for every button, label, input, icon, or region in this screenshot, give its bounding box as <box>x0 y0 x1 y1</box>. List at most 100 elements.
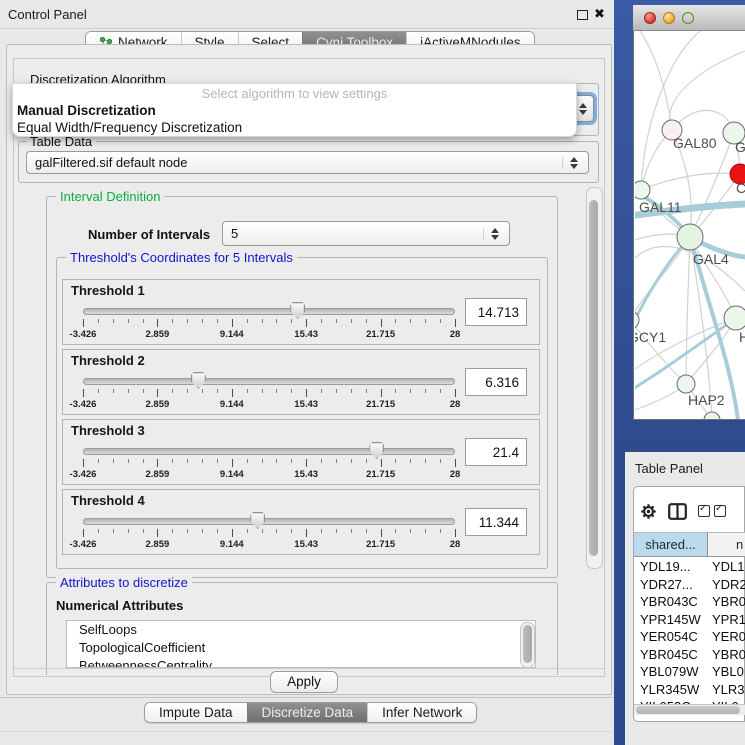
gear-icon[interactable] <box>640 503 657 520</box>
minor-tick <box>187 389 188 393</box>
slider-track[interactable] <box>83 518 455 525</box>
slider-thumb[interactable] <box>191 372 206 389</box>
threshold-value-field[interactable]: 21.4 <box>465 438 527 466</box>
zoom-button[interactable] <box>682 12 694 24</box>
table-data-stepper[interactable] <box>562 157 580 169</box>
major-tick <box>306 319 307 327</box>
minor-tick <box>336 319 337 323</box>
tab-impute-data[interactable]: Impute Data <box>145 703 247 722</box>
attributes-scrollbar-thumb[interactable] <box>523 625 532 663</box>
threshold-slider-4[interactable]: -3.4262.8599.14415.4321.71528 <box>83 512 455 554</box>
close-panel-icon[interactable]: ✖ <box>594 6 605 22</box>
network-window-titlebar[interactable] <box>633 5 745 31</box>
apply-divider <box>14 668 604 669</box>
network-node-gal4[interactable] <box>677 224 703 250</box>
network-canvas[interactable]: GAL80GACGAL11GAL4GCY1HHAP2 <box>635 31 745 419</box>
slider-thumb[interactable] <box>290 302 305 319</box>
attribute-item-betweennesscentrality[interactable]: BetweennessCentrality <box>67 657 535 668</box>
minor-tick <box>187 319 188 323</box>
network-node-gal11[interactable] <box>635 181 650 199</box>
column-header-shared-[interactable]: shared... <box>634 533 708 556</box>
minor-tick <box>262 529 263 533</box>
threshold-label: Threshold 4 <box>71 493 145 508</box>
slider-track[interactable] <box>83 308 455 315</box>
close-button[interactable] <box>644 12 656 24</box>
network-edge <box>641 173 740 190</box>
minor-tick <box>276 389 277 393</box>
major-tick <box>83 319 84 327</box>
node-label-h: H <box>739 329 745 345</box>
major-tick <box>232 389 233 397</box>
number-of-intervals-stepper[interactable] <box>483 228 501 240</box>
slider-thumb[interactable] <box>250 512 265 529</box>
tab-label: Impute Data <box>159 705 233 720</box>
table-row[interactable]: YDL19...YDL1 <box>634 558 745 576</box>
tick-label: -3.426 <box>70 469 97 480</box>
minor-tick <box>291 319 292 323</box>
number-of-intervals-combobox[interactable]: 5 <box>222 221 510 246</box>
threshold-value-field[interactable]: 11.344 <box>465 508 527 536</box>
table-hscroll-thumb[interactable] <box>636 706 740 714</box>
minor-tick <box>262 319 263 323</box>
apply-button[interactable]: Apply <box>270 671 338 693</box>
threshold-slider-2[interactable]: -3.4262.8599.14415.4321.71528 <box>83 372 455 414</box>
minor-tick <box>128 529 129 533</box>
tick-label: 21.715 <box>366 539 395 550</box>
minor-tick <box>247 389 248 393</box>
select-all-checkbox-icon[interactable] <box>698 505 710 517</box>
threshold-label: Threshold 1 <box>71 283 145 298</box>
table-row[interactable]: YBL079WYBL0 <box>634 663 745 681</box>
major-tick <box>455 459 456 467</box>
algorithm-option-manual-discretization[interactable]: Manual Discretization <box>13 102 576 119</box>
table-row[interactable]: YDR27...YDR2 <box>634 576 745 594</box>
table-row[interactable]: YPR145WYPR1 <box>634 611 745 629</box>
major-tick <box>381 389 382 397</box>
minor-tick <box>187 529 188 533</box>
column-header-n[interactable]: n <box>708 533 745 556</box>
minor-tick <box>410 319 411 323</box>
table-row[interactable]: YLR345WYLR3 <box>634 681 745 699</box>
float-window-icon[interactable] <box>577 10 588 20</box>
slider-track[interactable] <box>83 378 455 385</box>
slider-track[interactable] <box>83 448 455 455</box>
tick-label: 28 <box>450 469 461 480</box>
attribute-item-selfloops[interactable]: SelfLoops <box>67 621 535 639</box>
table-row[interactable]: YBR043CYBR0 <box>634 593 745 611</box>
major-tick <box>157 459 158 467</box>
minor-tick <box>217 389 218 393</box>
split-columns-icon[interactable] <box>668 503 687 520</box>
minimize-button[interactable] <box>663 12 675 24</box>
minor-tick <box>425 319 426 323</box>
stepper-down-icon <box>579 110 587 115</box>
threshold-slider-3[interactable]: -3.4262.8599.14415.4321.71528 <box>83 442 455 484</box>
settings-scrollbar-thumb[interactable] <box>589 200 598 556</box>
minor-tick <box>395 319 396 323</box>
network-edge <box>670 51 745 130</box>
table-horizontal-scrollbar[interactable] <box>634 704 745 715</box>
threshold-value-field[interactable]: 6.316 <box>465 368 527 396</box>
select-none-checkbox-icon[interactable] <box>714 505 726 517</box>
table-row[interactable]: YBR045CYBR0 <box>634 646 745 664</box>
tab-discretize-data[interactable]: Discretize Data <box>247 703 368 722</box>
table-header: shared...n <box>634 532 745 557</box>
threshold-value-field[interactable]: 14.713 <box>465 298 527 326</box>
settings-scrollbar[interactable] <box>586 187 603 569</box>
table-row[interactable]: YER054CYER0 <box>634 628 745 646</box>
threshold-slider-1[interactable]: -3.4262.8599.14415.4321.71528 <box>83 302 455 344</box>
attributes-list-scrollbar[interactable] <box>520 622 535 668</box>
tab-infer-network[interactable]: Infer Network <box>367 703 476 722</box>
slider-thumb[interactable] <box>369 442 384 459</box>
control-panel-titlebar <box>0 0 614 29</box>
attribute-item-topologicalcoefficient[interactable]: TopologicalCoefficient <box>67 639 535 657</box>
stepper-up-icon <box>570 157 578 162</box>
node-id-cell: YDL19... <box>634 558 712 576</box>
table-data-value: galFiltered.sif default node <box>35 155 562 170</box>
node-label-gal80: GAL80 <box>673 135 717 151</box>
minor-tick <box>410 389 411 393</box>
split-divider[interactable] <box>614 452 625 745</box>
node-label-gal11: GAL11 <box>639 199 682 215</box>
network-node-hap2[interactable] <box>677 375 695 393</box>
table-data-combobox[interactable]: galFiltered.sif default node <box>26 151 589 174</box>
algorithm-option-equal-width-frequency-discretization[interactable]: Equal Width/Frequency Discretization <box>13 119 576 136</box>
network-node-h[interactable] <box>724 306 745 330</box>
